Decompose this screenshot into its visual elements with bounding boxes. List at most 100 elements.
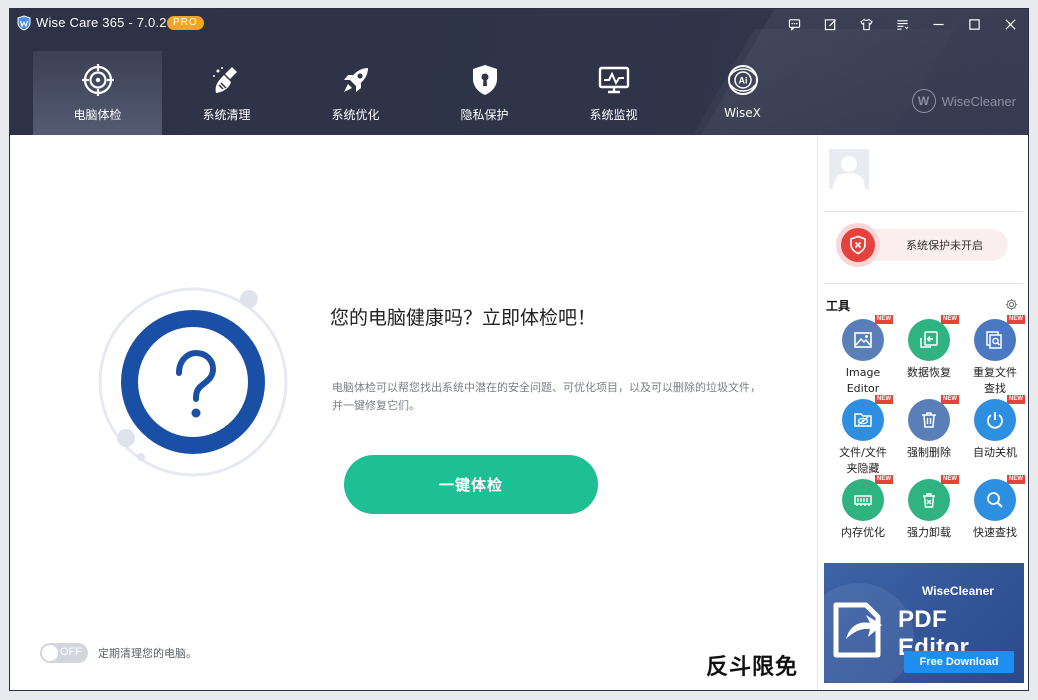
memory-icon xyxy=(854,495,872,506)
free-download-button[interactable]: Free Download xyxy=(904,651,1014,673)
menu-list-icon xyxy=(896,19,908,30)
schedule-label: 定期清理您的电脑。 xyxy=(98,647,197,660)
chat-icon xyxy=(788,18,800,31)
tool-force-uninstall[interactable]: NEW 强力卸载 xyxy=(896,475,962,541)
menu-button[interactable] xyxy=(884,9,920,39)
new-badge: NEW xyxy=(941,475,959,484)
new-badge: NEW xyxy=(1007,395,1025,404)
uninstall-icon xyxy=(923,493,935,508)
power-icon xyxy=(987,412,1003,429)
edit-icon xyxy=(824,18,836,30)
duplicate-search-icon xyxy=(986,331,1002,349)
title-bar: Wise Care 365 - 7.0.2 PRO xyxy=(10,9,1028,39)
trash-icon xyxy=(922,412,936,428)
svg-text:Ai: Ai xyxy=(738,76,747,86)
tool-hide-files[interactable]: NEW 文件/文件 夹隐藏 xyxy=(830,395,896,477)
magnifier-icon xyxy=(987,492,1003,508)
nav-label: 系统监视 xyxy=(589,108,638,122)
new-badge: NEW xyxy=(941,395,959,404)
tab-system-optimizer[interactable]: 系统优化 xyxy=(291,51,420,135)
edit-button[interactable] xyxy=(812,9,848,39)
user-silhouette-icon xyxy=(829,149,869,189)
tshirt-icon xyxy=(859,18,873,30)
nav-label: 电脑体检 xyxy=(73,108,122,122)
one-click-checkup-button[interactable]: 一键体检 xyxy=(344,455,598,514)
tool-quick-search[interactable]: NEW 快速查找 xyxy=(962,475,1028,541)
schedule-clean-row: OFF 定期清理您的电脑。 xyxy=(40,643,197,663)
right-sidebar: 系统保护未开启 工具 NEW Image Editor NEW 数据恢复 NEW… xyxy=(817,135,1028,690)
window-controls xyxy=(776,9,1028,39)
rocket-icon xyxy=(343,68,368,92)
page-title: 您的电脑健康吗？立即体检吧！ xyxy=(330,307,597,329)
minimize-button[interactable] xyxy=(920,9,956,39)
tool-force-delete[interactable]: NEW 强制删除 xyxy=(896,395,962,461)
wisecleaner-logo-icon: W xyxy=(911,89,936,113)
tab-privacy-protector[interactable]: 隐私保护 xyxy=(420,51,549,135)
new-badge: NEW xyxy=(875,315,893,324)
minimize-icon xyxy=(932,23,944,25)
tab-system-monitor[interactable]: 系统监视 xyxy=(549,51,678,135)
tool-memory-optimizer[interactable]: NEW 内存优化 xyxy=(830,475,896,541)
shield-warning-icon xyxy=(850,235,866,255)
protection-status-button[interactable]: 系统保护未开启 xyxy=(836,223,1008,267)
skin-button[interactable] xyxy=(848,9,884,39)
pdf-editor-ad-banner[interactable]: WiseCleaner PDF Editor Free Download xyxy=(824,563,1024,683)
broom-icon xyxy=(212,67,237,93)
close-icon xyxy=(1004,18,1016,30)
app-window: Wise Care 365 - 7.0.2 PRO 电脑体检 系统清理 系统优化… xyxy=(10,9,1028,690)
maximize-icon xyxy=(968,18,980,30)
tab-wisex[interactable]: Ai WiseX xyxy=(678,51,807,135)
pdf-editor-logo-icon xyxy=(833,602,882,658)
new-badge: NEW xyxy=(875,475,893,484)
feedback-button[interactable] xyxy=(776,9,812,39)
app-title: Wise Care 365 - 7.0.2 xyxy=(36,15,167,30)
new-badge: NEW xyxy=(1007,315,1025,324)
tool-label: 重复文件 查找 xyxy=(973,366,1017,395)
lock-shield-icon xyxy=(472,65,497,95)
image-icon xyxy=(854,332,872,348)
tool-label: 自动关机 xyxy=(973,446,1017,459)
monitor-icon xyxy=(598,66,629,94)
health-question-icon xyxy=(98,287,288,477)
tool-label: 强力卸载 xyxy=(907,526,951,539)
tools-heading: 工具 xyxy=(826,299,851,313)
checkup-description: 电脑体检可以帮您找出系统中潜在的安全问题、可优化项目，以及可以删除的垃圾文件，并… xyxy=(332,381,761,412)
gear-icon[interactable] xyxy=(1005,298,1018,311)
tool-image-editor[interactable]: NEW Image Editor xyxy=(830,315,896,397)
nav-label: 系统清理 xyxy=(202,108,251,122)
close-button[interactable] xyxy=(992,9,1028,39)
tool-label: Image Editor xyxy=(845,366,881,395)
tool-label: 文件/文件 夹隐藏 xyxy=(839,446,887,475)
avatar[interactable] xyxy=(829,149,869,189)
protection-status-text: 系统保护未开启 xyxy=(906,239,983,252)
main-panel: 您的电脑健康吗？立即体检吧！ 电脑体检可以帮您找出系统中潜在的安全问题、可优化项… xyxy=(10,135,817,690)
schedule-toggle[interactable]: OFF xyxy=(40,643,88,663)
tab-pc-checkup[interactable]: 电脑体检 xyxy=(33,51,162,135)
ai-orb-icon: Ai xyxy=(727,65,758,95)
new-badge: NEW xyxy=(1007,475,1025,484)
nav-label: WiseX xyxy=(724,106,761,120)
recover-icon xyxy=(920,331,938,348)
maximize-button[interactable] xyxy=(956,9,992,39)
crosshair-icon xyxy=(81,64,114,96)
tool-label: 数据恢复 xyxy=(907,366,951,379)
tool-data-recovery[interactable]: NEW 数据恢复 xyxy=(896,315,962,381)
brand-logo[interactable]: W WiseCleaner xyxy=(911,89,1016,113)
watermark-text: 反斗限免 xyxy=(706,655,799,680)
nav-label: 系统优化 xyxy=(331,108,380,122)
folder-hide-icon xyxy=(854,413,872,427)
header: Wise Care 365 - 7.0.2 PRO 电脑体检 系统清理 系统优化… xyxy=(10,9,1028,135)
nav-label: 隐私保护 xyxy=(460,108,509,122)
main-nav: 电脑体检 系统清理 系统优化 隐私保护 系统监视 Ai WiseX xyxy=(33,51,807,135)
tool-label: 快速查找 xyxy=(973,526,1017,539)
app-logo-icon xyxy=(17,15,31,31)
ad-brand: WiseCleaner xyxy=(922,584,994,598)
tool-duplicate-finder[interactable]: NEW 重复文件 查找 xyxy=(962,315,1028,397)
new-badge: NEW xyxy=(941,315,959,324)
toggle-state-label: OFF xyxy=(60,646,82,658)
tool-label: 强制删除 xyxy=(907,446,951,459)
tab-system-cleaner[interactable]: 系统清理 xyxy=(162,51,291,135)
brand-name: WiseCleaner xyxy=(941,93,1016,109)
new-badge: NEW xyxy=(875,395,893,404)
tool-auto-shutdown[interactable]: NEW 自动关机 xyxy=(962,395,1028,461)
